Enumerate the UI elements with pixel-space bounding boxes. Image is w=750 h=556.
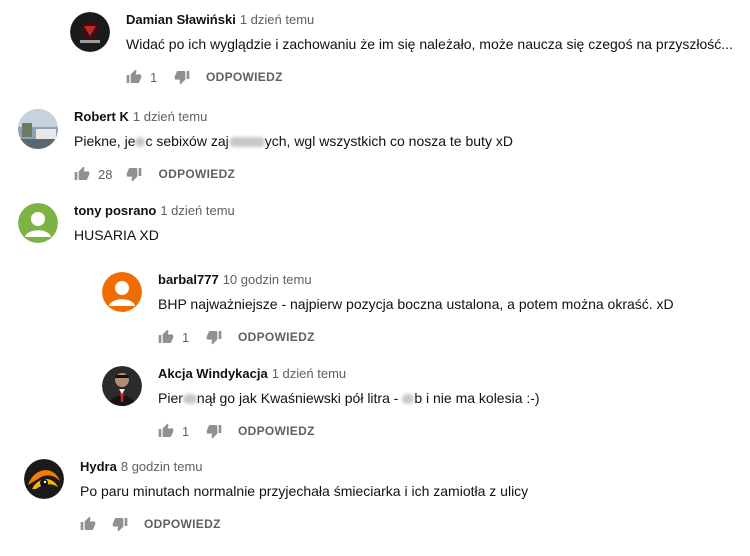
thumb-down-icon[interactable] xyxy=(174,69,190,85)
comment-text: Pier nął go jak Kwaśniewski pół litra - b… xyxy=(158,389,540,407)
comment-header: Robert K 1 dzień temu xyxy=(74,109,513,125)
censor-blur xyxy=(402,394,415,405)
green-default-avatar[interactable] xyxy=(18,203,58,243)
comment-header: tony posrano 1 dzień temu xyxy=(74,203,235,219)
suit-man-avatar[interactable] xyxy=(102,366,142,406)
street-photo-avatar[interactable] xyxy=(18,109,58,149)
reply-button[interactable]: ODPOWIEDZ xyxy=(158,167,235,181)
reply-button[interactable]: ODPOWIEDZ xyxy=(206,70,283,84)
comment-author[interactable]: tony posrano xyxy=(74,203,156,218)
dark-logo-avatar[interactable] xyxy=(70,12,110,52)
thumb-up-icon[interactable] xyxy=(158,329,174,345)
comment-header: barbal777 10 godzin temu xyxy=(158,272,674,288)
comment-header: Hydra 8 godzin temu xyxy=(80,459,528,475)
text-fragment: c sebixów zaj xyxy=(145,133,229,149)
like-count: 28 xyxy=(98,166,113,182)
comment-header: Damian Sławiński 1 dzień temu xyxy=(126,12,733,28)
thumb-up-icon[interactable] xyxy=(74,166,90,182)
comment-actions: 1 ODPOWIEDZ xyxy=(126,67,733,87)
comment-header: Akcja Windykacja 1 dzień temu xyxy=(158,366,540,382)
comment-text: HUSARIA XD xyxy=(74,227,159,243)
comment-author[interactable]: Damian Sławiński xyxy=(126,12,236,27)
comment-time[interactable]: 1 dzień temu xyxy=(133,109,207,124)
like-count: 1 xyxy=(182,423,190,439)
comment-actions: 1 ODPOWIEDZ xyxy=(158,421,540,441)
comment-time[interactable]: 10 godzin temu xyxy=(223,272,312,287)
reply-button[interactable]: ODPOWIEDZ xyxy=(238,424,315,438)
text-fragment: Pier xyxy=(158,390,183,406)
comment-time[interactable]: 1 dzień temu xyxy=(160,203,234,218)
text-fragment: b i nie ma kolesia :-) xyxy=(414,390,540,406)
comment-time[interactable]: 8 godzin temu xyxy=(121,459,203,474)
fire-eye-avatar[interactable] xyxy=(24,459,64,499)
text-fragment: nął go jak Kwaśniewski pół litra - xyxy=(196,390,403,406)
thumb-down-icon[interactable] xyxy=(206,423,222,439)
thumb-down-icon[interactable] xyxy=(112,516,128,532)
comment-text: BHP najważniejsze - najpierw pozycja boc… xyxy=(158,296,674,312)
comment-author[interactable]: Hydra xyxy=(80,459,117,474)
comment-actions: 1 ODPOWIEDZ xyxy=(158,327,674,347)
like-count: 1 xyxy=(150,69,158,85)
reply-button[interactable]: ODPOWIEDZ xyxy=(144,517,221,531)
comment-time[interactable]: 1 dzień temu xyxy=(240,12,314,27)
text-fragment: ych, wgl wszystkich co nosza te buty xD xyxy=(264,133,513,149)
comment-text: Widać po ich wyglądzie i zachowaniu że i… xyxy=(126,36,733,52)
text-fragment: Piekne, je xyxy=(74,133,136,149)
censor-blur xyxy=(135,137,146,148)
thumb-up-icon[interactable] xyxy=(158,423,174,439)
reply-button[interactable]: ODPOWIEDZ xyxy=(238,330,315,344)
comment-time[interactable]: 1 dzień temu xyxy=(272,366,346,381)
censor-blur xyxy=(182,394,197,405)
like-count: 1 xyxy=(182,329,190,345)
comment-actions: ODPOWIEDZ xyxy=(80,514,528,534)
thumb-down-icon[interactable] xyxy=(126,166,142,182)
comment-actions: 28 ODPOWIEDZ xyxy=(74,164,513,184)
comment-author[interactable]: Robert K xyxy=(74,109,129,124)
comment-text: Piekne, je c sebixów zaj ych, wgl wszystki… xyxy=(74,132,513,150)
orange-default-avatar[interactable] xyxy=(102,272,142,312)
thumb-up-icon[interactable] xyxy=(126,69,142,85)
thumb-up-icon[interactable] xyxy=(80,516,96,532)
thumb-down-icon[interactable] xyxy=(206,329,222,345)
censor-blur xyxy=(228,137,265,148)
comment-author[interactable]: barbal777 xyxy=(158,272,219,287)
comment-author[interactable]: Akcja Windykacja xyxy=(158,366,268,381)
comment-text: Po paru minutach normalnie przyjechała ś… xyxy=(80,483,529,499)
